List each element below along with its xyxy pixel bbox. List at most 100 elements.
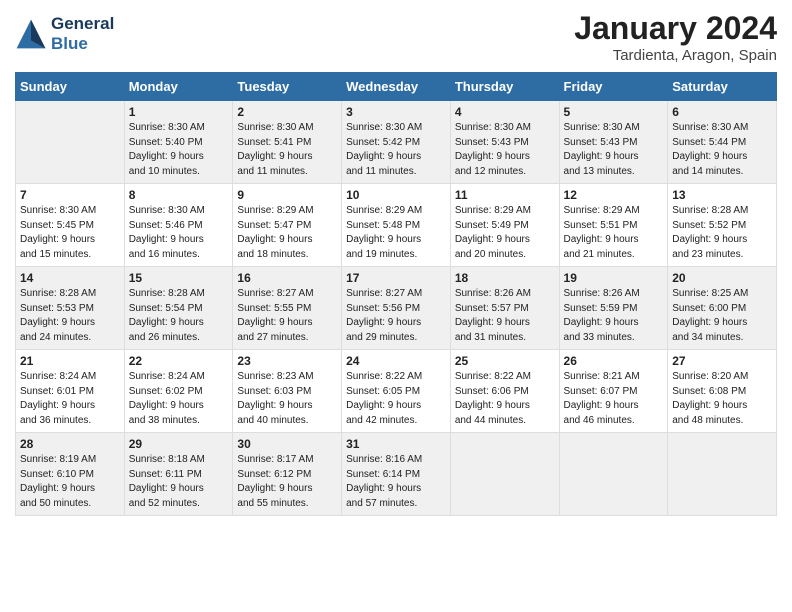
header-cell-saturday: Saturday — [668, 73, 777, 101]
day-details: Sunrise: 8:30 AMSunset: 5:45 PMDaylight:… — [20, 204, 120, 262]
day-details: Sunrise: 8:28 AMSunset: 5:53 PMDaylight:… — [20, 287, 120, 345]
day-details: Sunrise: 8:30 AMSunset: 5:44 PMDaylight:… — [672, 121, 772, 179]
calendar-cell: 2 Sunrise: 8:30 AMSunset: 5:41 PMDaylight… — [233, 101, 342, 184]
calendar-cell: 27 Sunrise: 8:20 AMSunset: 6:08 PMDayligh… — [668, 350, 777, 433]
day-number: 10 — [346, 188, 446, 202]
day-details: Sunrise: 8:23 AMSunset: 6:03 PMDaylight:… — [237, 370, 337, 428]
day-number: 12 — [564, 188, 664, 202]
day-details: Sunrise: 8:26 AMSunset: 5:57 PMDaylight:… — [455, 287, 555, 345]
day-number: 20 — [672, 271, 772, 285]
day-details: Sunrise: 8:24 AMSunset: 6:01 PMDaylight:… — [20, 370, 120, 428]
calendar-cell: 25 Sunrise: 8:22 AMSunset: 6:06 PMDayligh… — [450, 350, 559, 433]
day-details: Sunrise: 8:30 AMSunset: 5:41 PMDaylight:… — [237, 121, 337, 179]
header: General Blue January 2024 Tardienta, Ara… — [15, 10, 777, 64]
calendar-table: SundayMondayTuesdayWednesdayThursdayFrid… — [15, 72, 777, 516]
calendar-cell: 20Sunrise: 8:25 AMSunset: 6:00 PMDayligh… — [668, 267, 777, 350]
header-row: SundayMondayTuesdayWednesdayThursdayFrid… — [16, 73, 777, 101]
day-number: 7 — [20, 188, 120, 202]
day-details: Sunrise: 8:29 AMSunset: 5:51 PMDaylight:… — [564, 204, 664, 262]
day-details: Sunrise: 8:28 AMSunset: 5:54 PMDaylight:… — [129, 287, 229, 345]
day-number: 26 — [564, 354, 664, 368]
day-number: 14 — [20, 271, 120, 285]
calendar-cell: 8Sunrise: 8:30 AMSunset: 5:46 PMDaylight… — [124, 184, 233, 267]
calendar-cell: 15 Sunrise: 8:28 AMSunset: 5:54 PMDayligh… — [124, 267, 233, 350]
week-row-2: 14 Sunrise: 8:28 AMSunset: 5:53 PMDayligh… — [16, 267, 777, 350]
day-number: 17 — [346, 271, 446, 285]
header-cell-monday: Monday — [124, 73, 233, 101]
week-row-0: 1 Sunrise: 8:30 AMSunset: 5:40 PMDaylight… — [16, 101, 777, 184]
day-details: Sunrise: 8:19 AMSunset: 6:10 PMDaylight:… — [20, 453, 120, 511]
day-number: 11 — [455, 188, 555, 202]
calendar-cell: 23 Sunrise: 8:23 AMSunset: 6:03 PMDayligh… — [233, 350, 342, 433]
calendar-cell: 16 Sunrise: 8:27 AMSunset: 5:55 PMDayligh… — [233, 267, 342, 350]
day-number: 31 — [346, 437, 446, 451]
calendar-cell: 11 Sunrise: 8:29 AMSunset: 5:49 PMDayligh… — [450, 184, 559, 267]
day-details: Sunrise: 8:30 AMSunset: 5:43 PMDaylight:… — [455, 121, 555, 179]
day-number: 6 — [672, 105, 772, 119]
week-row-4: 28 Sunrise: 8:19 AMSunset: 6:10 PMDayligh… — [16, 433, 777, 516]
day-number: 1 — [129, 105, 229, 119]
day-number: 28 — [20, 437, 120, 451]
day-details: Sunrise: 8:17 AMSunset: 6:12 PMDaylight:… — [237, 453, 337, 511]
calendar-cell — [668, 433, 777, 516]
calendar-cell: 5 Sunrise: 8:30 AMSunset: 5:43 PMDaylight… — [559, 101, 668, 184]
calendar-cell: 13 Sunrise: 8:28 AMSunset: 5:52 PMDayligh… — [668, 184, 777, 267]
logo: General Blue — [15, 14, 114, 54]
calendar-cell: 1 Sunrise: 8:30 AMSunset: 5:40 PMDaylight… — [124, 101, 233, 184]
calendar-cell — [559, 433, 668, 516]
calendar-cell: 21Sunrise: 8:24 AMSunset: 6:01 PMDayligh… — [16, 350, 125, 433]
calendar-body: 1 Sunrise: 8:30 AMSunset: 5:40 PMDaylight… — [16, 101, 777, 516]
logo-icon — [15, 18, 47, 50]
day-details: Sunrise: 8:30 AMSunset: 5:40 PMDaylight:… — [129, 121, 229, 179]
header-cell-thursday: Thursday — [450, 73, 559, 101]
day-number: 25 — [455, 354, 555, 368]
day-number: 29 — [129, 437, 229, 451]
day-number: 23 — [237, 354, 337, 368]
day-details: Sunrise: 8:29 AMSunset: 5:49 PMDaylight:… — [455, 204, 555, 262]
day-details: Sunrise: 8:22 AMSunset: 6:06 PMDaylight:… — [455, 370, 555, 428]
day-details: Sunrise: 8:16 AMSunset: 6:14 PMDaylight:… — [346, 453, 446, 511]
calendar-cell: 28 Sunrise: 8:19 AMSunset: 6:10 PMDayligh… — [16, 433, 125, 516]
day-number: 5 — [564, 105, 664, 119]
calendar-header: SundayMondayTuesdayWednesdayThursdayFrid… — [16, 73, 777, 101]
calendar-cell: 19 Sunrise: 8:26 AMSunset: 5:59 PMDayligh… — [559, 267, 668, 350]
day-details: Sunrise: 8:30 AMSunset: 5:42 PMDaylight:… — [346, 121, 446, 179]
day-number: 3 — [346, 105, 446, 119]
calendar-cell: 18Sunrise: 8:26 AMSunset: 5:57 PMDayligh… — [450, 267, 559, 350]
day-details: Sunrise: 8:26 AMSunset: 5:59 PMDaylight:… — [564, 287, 664, 345]
day-details: Sunrise: 8:27 AMSunset: 5:56 PMDaylight:… — [346, 287, 446, 345]
calendar-cell: 3 Sunrise: 8:30 AMSunset: 5:42 PMDaylight… — [342, 101, 451, 184]
header-cell-tuesday: Tuesday — [233, 73, 342, 101]
calendar-cell: 30Sunrise: 8:17 AMSunset: 6:12 PMDayligh… — [233, 433, 342, 516]
calendar-cell: 10 Sunrise: 8:29 AMSunset: 5:48 PMDayligh… — [342, 184, 451, 267]
logo-text: General Blue — [51, 14, 114, 54]
day-number: 27 — [672, 354, 772, 368]
page-container: General Blue January 2024 Tardienta, Ara… — [0, 0, 792, 526]
calendar-cell — [450, 433, 559, 516]
calendar-cell: 26 Sunrise: 8:21 AMSunset: 6:07 PMDayligh… — [559, 350, 668, 433]
day-details: Sunrise: 8:29 AMSunset: 5:48 PMDaylight:… — [346, 204, 446, 262]
day-details: Sunrise: 8:30 AMSunset: 5:46 PMDaylight:… — [129, 204, 229, 262]
day-details: Sunrise: 8:27 AMSunset: 5:55 PMDaylight:… — [237, 287, 337, 345]
calendar-cell: 24Sunrise: 8:22 AMSunset: 6:05 PMDayligh… — [342, 350, 451, 433]
calendar-cell: 12 Sunrise: 8:29 AMSunset: 5:51 PMDayligh… — [559, 184, 668, 267]
day-number: 16 — [237, 271, 337, 285]
day-details: Sunrise: 8:29 AMSunset: 5:47 PMDaylight:… — [237, 204, 337, 262]
day-details: Sunrise: 8:21 AMSunset: 6:07 PMDaylight:… — [564, 370, 664, 428]
day-number: 22 — [129, 354, 229, 368]
day-number: 2 — [237, 105, 337, 119]
header-cell-sunday: Sunday — [16, 73, 125, 101]
day-number: 24 — [346, 354, 446, 368]
calendar-title: January 2024 — [574, 10, 777, 47]
day-number: 15 — [129, 271, 229, 285]
day-number: 19 — [564, 271, 664, 285]
day-number: 9 — [237, 188, 337, 202]
day-number: 13 — [672, 188, 772, 202]
calendar-cell: 17 Sunrise: 8:27 AMSunset: 5:56 PMDayligh… — [342, 267, 451, 350]
day-details: Sunrise: 8:20 AMSunset: 6:08 PMDaylight:… — [672, 370, 772, 428]
day-details: Sunrise: 8:30 AMSunset: 5:43 PMDaylight:… — [564, 121, 664, 179]
day-number: 4 — [455, 105, 555, 119]
calendar-subtitle: Tardienta, Aragon, Spain — [574, 47, 777, 64]
day-details: Sunrise: 8:28 AMSunset: 5:52 PMDaylight:… — [672, 204, 772, 262]
calendar-cell — [16, 101, 125, 184]
